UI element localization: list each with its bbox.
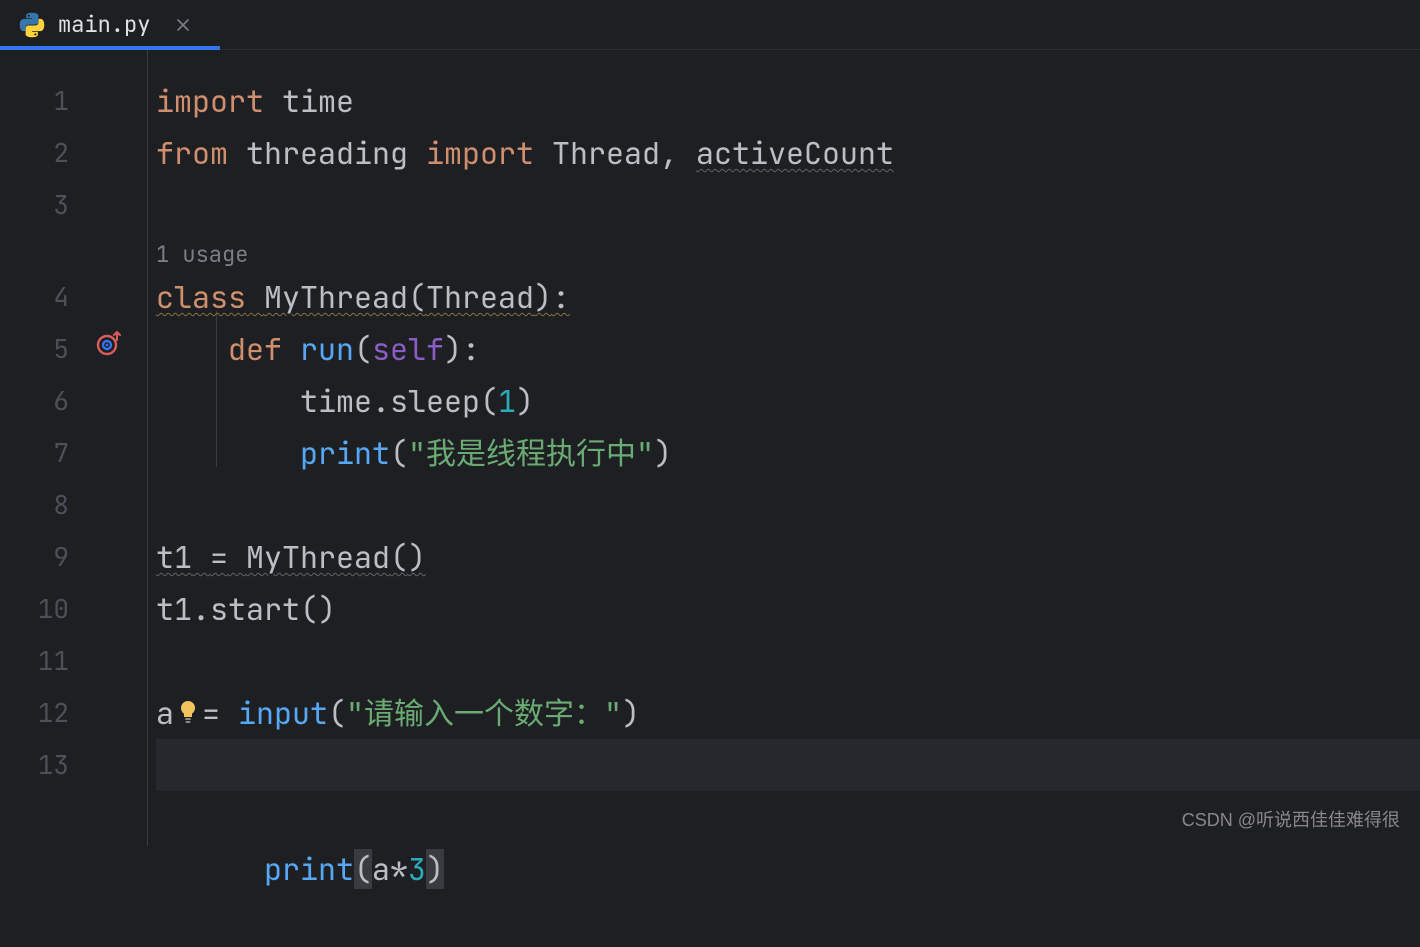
line-number[interactable]: 12 [0,687,147,739]
code-line-6[interactable]: time.sleep(1) [156,375,1420,427]
line-number[interactable]: 5 [0,323,147,375]
code-line-8[interactable] [156,479,1420,531]
line-number[interactable]: 13 [0,739,147,791]
current-line-highlight [156,739,1420,791]
run-target-icon[interactable] [95,323,123,375]
python-icon [18,11,46,39]
line-number[interactable]: 2 [0,127,147,179]
code-editor[interactable]: 1 2 3 4 5 6 7 8 9 10 11 12 13 import tim… [0,50,1420,846]
code-line-3[interactable] [156,179,1420,231]
code-line-13[interactable]: print(a*3) [156,739,1420,791]
code-line-7[interactable]: print("我是线程执行中") [156,427,1420,479]
code-line-2[interactable]: from threading import Thread, activeCoun… [156,127,1420,179]
code-line-12[interactable]: a= input("请输入一个数字：") [156,687,1420,739]
line-number[interactable]: 6 [0,375,147,427]
code-line-10[interactable]: t1.start() [156,583,1420,635]
tab-bar: main.py [0,0,1420,50]
intention-bulb-icon[interactable] [176,690,200,742]
watermark: CSDN @听说西佳佳难得很 [1182,806,1400,832]
line-number[interactable]: 9 [0,531,147,583]
gutter: 1 2 3 4 5 6 7 8 9 10 11 12 13 [0,50,148,846]
line-number[interactable]: 1 [0,75,147,127]
code-line-1[interactable]: import time [156,75,1420,127]
code-area[interactable]: import time from threading import Thread… [148,50,1420,846]
usage-hint[interactable]: 1 usage [156,231,1420,271]
code-line-11[interactable] [156,635,1420,687]
code-line-9[interactable]: t1 = MyThread() [156,531,1420,583]
line-number[interactable]: 11 [0,635,147,687]
line-number[interactable]: 10 [0,583,147,635]
close-icon[interactable] [172,14,194,36]
code-line-5[interactable]: def run(self): [156,323,1420,375]
line-number[interactable]: 7 [0,427,147,479]
code-line-4[interactable]: class MyThread(Thread): [156,271,1420,323]
line-number[interactable]: 3 [0,179,147,231]
file-tab[interactable]: main.py [0,0,212,49]
line-number[interactable]: 4 [0,271,147,323]
line-number[interactable]: 8 [0,479,147,531]
tab-filename: main.py [58,10,150,39]
